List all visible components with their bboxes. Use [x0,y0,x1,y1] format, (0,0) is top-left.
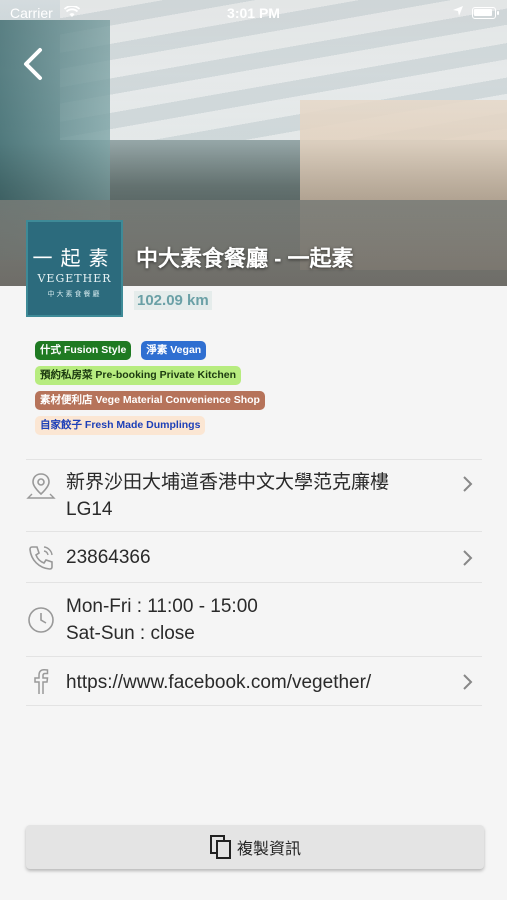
status-bar: Carrier 3:01 PM [0,0,507,26]
status-time: 3:01 PM [227,5,280,21]
tag-dumplings: 自家餃子 Fresh Made Dumplings [35,416,206,435]
tag-list: 什式 Fusion Style 淨素 Vegan 預約私房菜 Pre-booki… [35,341,475,441]
phone-row[interactable]: 23864366 [26,531,482,582]
hours-weekend: Sat-Sun : close [66,623,195,644]
restaurant-name: 中大素食餐廳 - 一起素 [136,246,354,271]
copy-icon [209,835,231,859]
facebook-icon [34,669,49,694]
tag-fusion-style: 什式 Fusion Style [35,341,132,360]
address-row[interactable]: 新界沙田大埔道香港中文大學范克廉樓 LG14 [26,459,482,531]
hours-row: Mon-Fri : 11:00 - 15:00 Sat-Sun : close [26,582,482,656]
copy-info-button[interactable]: 複製資訊 [26,825,484,869]
chevron-right-icon [463,550,473,566]
address-text: 新界沙田大埔道香港中文大學范克廉樓 LG14 [66,469,389,523]
clock-icon [28,607,54,633]
copy-info-label: 複製資訊 [236,841,301,858]
phone-icon [29,546,53,570]
battery-icon [472,7,499,19]
tag-convenience-shop: 素材便利店 Vege Material Convenience Shop [35,391,265,410]
back-icon [24,48,42,80]
restaurant-logo: 一起素 VEGETHER 中大素食餐廳 [26,220,123,317]
phone-number: 23864366 [66,547,151,568]
location-pin-icon [26,473,56,499]
tag-private-kitchen: 預約私房菜 Pre-booking Private Kitchen [35,366,242,385]
chevron-right-icon [463,476,473,492]
logo-english: VEGETHER [37,272,112,285]
logo-subtitle: 中大素食餐廳 [47,291,102,298]
chevron-right-icon [463,674,473,690]
location-arrow-icon [452,5,464,20]
address-line-2: LG14 [66,499,113,520]
address-line-1: 新界沙田大埔道香港中文大學范克廉樓 [66,472,390,493]
distance-label: 102.09 km [134,291,212,310]
hours-weekday: Mon-Fri : 11:00 - 15:00 [66,596,258,617]
tag-vegan: 淨素 Vegan [141,341,207,360]
facebook-link[interactable]: https://www.facebook.com/vegether/ [66,669,371,696]
facebook-row[interactable]: https://www.facebook.com/vegether/ [26,656,482,706]
logo-chinese: 一起素 [32,246,117,270]
back-button[interactable] [18,44,48,84]
hours-text: Mon-Fri : 11:00 - 15:00 Sat-Sun : close [66,593,258,647]
